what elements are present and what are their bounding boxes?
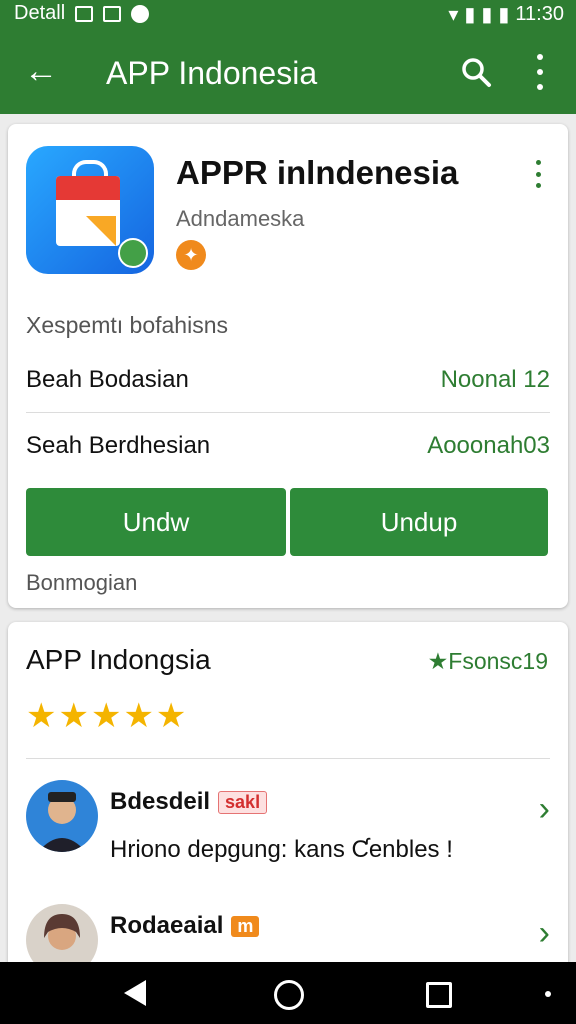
- download-button-2[interactable]: Undup: [290, 488, 548, 556]
- page-title: APP Indonesia: [106, 55, 318, 91]
- system-nav-bar: [0, 962, 576, 1024]
- carrier-text: Detall: [14, 2, 66, 24]
- info-row-value: Noonal 12: [440, 366, 550, 393]
- chevron-right-icon[interactable]: ›: [539, 914, 550, 953]
- app-bar: ← APP Indonesia: [0, 28, 576, 114]
- info-row-label: Beah Bodasian: [26, 366, 189, 393]
- reviewer-name: Rodaeaial m: [110, 912, 260, 940]
- reviewer-tag: sakl: [218, 791, 268, 815]
- wifi-icon: ▾: [448, 4, 459, 26]
- review-item[interactable]: Bdesdeil sakl Hriono depgung: kans Ƈenble…: [26, 780, 550, 870]
- info-row-value: Aooonah03: [427, 432, 550, 459]
- nav-back-icon[interactable]: [124, 980, 146, 1006]
- card-menu-icon[interactable]: [530, 160, 546, 188]
- status-bar: Detall ▾ ▮ ▮ ▮ 11:30: [0, 0, 576, 28]
- reviews-link[interactable]: ★Fsonsc19: [428, 648, 548, 675]
- overflow-menu-icon[interactable]: [530, 54, 550, 90]
- developer-name[interactable]: Adndameska: [176, 206, 304, 232]
- reviewer-name-text: Rodaeaial: [110, 912, 224, 939]
- info-row: Seah Berdhesian Aooonah03: [26, 426, 550, 466]
- battery-icon: ▮: [498, 4, 510, 26]
- nav-home-icon[interactable]: [274, 980, 304, 1010]
- divider: [26, 758, 550, 759]
- search-icon[interactable]: [460, 56, 492, 88]
- back-arrow-icon[interactable]: ←: [24, 52, 58, 90]
- image-notification-icon: [75, 5, 94, 22]
- divider: [26, 412, 550, 413]
- verified-badge-icon: [118, 238, 148, 268]
- mail-notification-icon: [103, 5, 122, 22]
- sync-notification-icon: [131, 4, 150, 23]
- reviewer-name: Bdesdeil sakl: [110, 788, 268, 816]
- app-logo-icon[interactable]: [26, 146, 154, 274]
- star-rating: ★★★★★: [26, 697, 189, 735]
- reviews-title: APP Indongsia: [26, 644, 211, 675]
- chevron-right-icon[interactable]: ›: [539, 790, 550, 829]
- nav-recents-icon[interactable]: [426, 982, 452, 1008]
- app-name: APPR inlndenesia: [176, 154, 459, 191]
- signal-icon: ▮: [464, 4, 476, 26]
- reviewer-name-text: Bdesdeil: [110, 788, 211, 815]
- content-rating-icon: ✦: [176, 240, 206, 270]
- review-text: Hriono depgung: kans Ƈenbles !: [110, 836, 453, 863]
- footnote-text: Bonmogian: [26, 570, 138, 595]
- download-button[interactable]: Undw: [26, 488, 286, 556]
- nav-dot-icon: [545, 991, 551, 997]
- info-subtitle: Xespemtı bofahisns: [26, 312, 229, 338]
- signal-icon-2: ▮: [481, 4, 493, 26]
- reviewer-tag: m: [231, 916, 260, 938]
- info-row-label: Seah Berdhesian: [26, 432, 211, 459]
- info-row: Beah Bodasian Noonal 12: [26, 360, 550, 400]
- avatar: [26, 780, 98, 852]
- clock: 11:30: [515, 3, 564, 25]
- app-card: APPR inlndenesia Adndameska ✦ Xespemtı b…: [8, 124, 568, 608]
- reviews-card: APP Indongsia ★Fsonsc19 ★★★★★ Bdesdeil sa…: [8, 622, 568, 982]
